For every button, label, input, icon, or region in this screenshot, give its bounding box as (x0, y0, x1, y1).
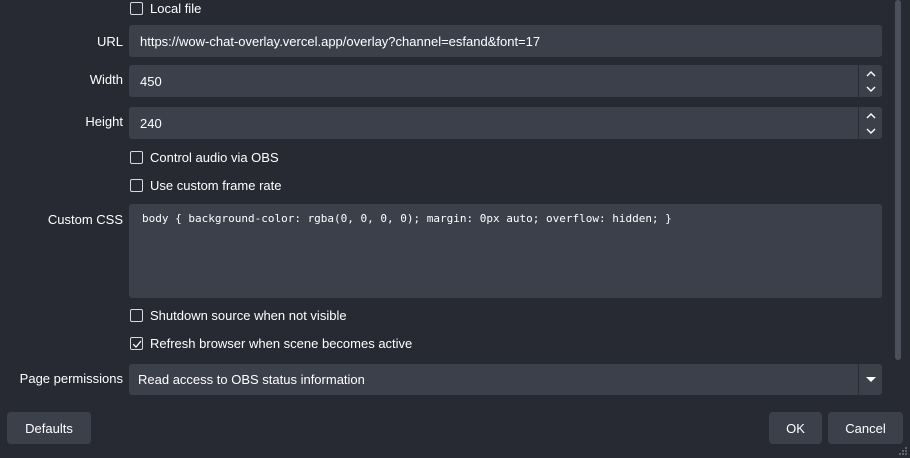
scrollbar-thumb[interactable] (895, 0, 901, 360)
width-value: 450 (140, 73, 162, 89)
page-permissions-value: Read access to OBS status information (138, 372, 365, 387)
custom-frame-rate-label: Use custom frame rate (150, 178, 282, 193)
shutdown-source-label: Shutdown source when not visible (150, 308, 347, 323)
chevron-down-icon (866, 86, 875, 92)
width-decrement-button[interactable] (859, 81, 882, 97)
custom-frame-rate-checkbox[interactable]: Use custom frame rate (130, 178, 282, 193)
control-audio-checkbox[interactable]: Control audio via OBS (130, 150, 279, 165)
height-decrement-button[interactable] (859, 123, 882, 139)
dropdown-arrow-icon (865, 376, 876, 382)
resize-grip-icon[interactable] (898, 446, 908, 456)
refresh-browser-checkbox[interactable]: Refresh browser when scene becomes activ… (130, 336, 412, 351)
custom-css-label: Custom CSS (47, 212, 123, 227)
local-file-label: Local file (150, 1, 202, 16)
shutdown-source-checkbox[interactable]: Shutdown source when not visible (130, 308, 347, 323)
cancel-button[interactable]: Cancel (828, 412, 903, 444)
page-permissions-dropdown-button[interactable] (858, 364, 882, 395)
scrollbar[interactable] (893, 0, 903, 400)
width-label: Width (89, 72, 123, 87)
ok-button[interactable]: OK (769, 412, 822, 444)
width-spinbox[interactable]: 450 (129, 65, 882, 97)
shutdown-source-checkbox-box[interactable] (130, 309, 143, 322)
browser-source-properties-dialog: Local file URL https://wow-chat-overlay.… (0, 0, 910, 458)
url-value: https://wow-chat-overlay.vercel.app/over… (140, 33, 541, 49)
defaults-button[interactable]: Defaults (7, 412, 91, 444)
page-permissions-label: Page permissions (19, 371, 123, 386)
height-label: Height (85, 114, 123, 129)
checkmark-icon (132, 340, 142, 348)
height-value: 240 (140, 115, 162, 131)
refresh-browser-checkbox-box[interactable] (130, 337, 143, 350)
height-spinbox[interactable]: 240 (129, 107, 882, 139)
control-audio-label: Control audio via OBS (150, 150, 279, 165)
chevron-down-icon (866, 128, 875, 134)
url-input[interactable]: https://wow-chat-overlay.vercel.app/over… (129, 25, 882, 57)
page-permissions-select[interactable]: Read access to OBS status information (129, 364, 882, 395)
height-increment-button[interactable] (859, 107, 882, 123)
refresh-browser-label: Refresh browser when scene becomes activ… (150, 336, 413, 351)
chevron-up-icon (866, 70, 875, 76)
chevron-up-icon (866, 112, 875, 118)
url-label: URL (96, 34, 123, 49)
control-audio-checkbox-box[interactable] (130, 151, 143, 164)
local-file-checkbox[interactable]: Local file (130, 1, 201, 16)
custom-css-value: body { background-color: rgba(0, 0, 0, 0… (142, 212, 672, 225)
custom-css-textarea[interactable]: body { background-color: rgba(0, 0, 0, 0… (129, 204, 882, 298)
width-increment-button[interactable] (859, 65, 882, 81)
local-file-checkbox-box[interactable] (130, 2, 143, 15)
custom-frame-rate-checkbox-box[interactable] (130, 179, 143, 192)
